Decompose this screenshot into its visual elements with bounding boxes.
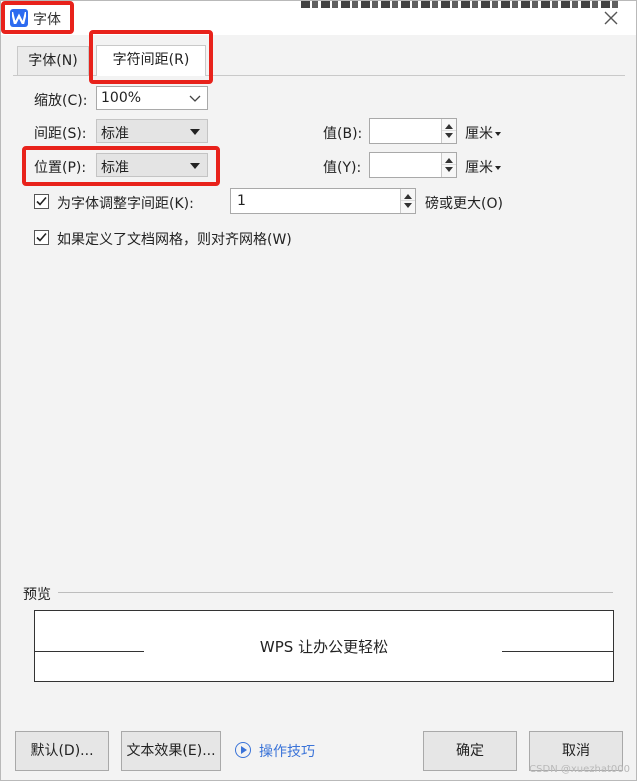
stepper-divider: [401, 200, 415, 201]
increment-arrow-icon[interactable]: [445, 158, 453, 163]
preview-divider: [58, 592, 613, 593]
grid-checkbox[interactable]: [34, 230, 49, 245]
spacing-unit-label: 厘米: [465, 126, 493, 142]
text-effects-button[interactable]: 文本效果(E)...: [121, 731, 221, 771]
preview-text: WPS 让办公更轻松: [259, 638, 389, 656]
annotation-title-highlight: [1, 1, 74, 34]
decrement-arrow-icon[interactable]: [445, 133, 453, 138]
font-dialog: 字体 字体(N) 字符间距(R) 缩放(C): 100% 间距(S): 标准 值…: [0, 0, 637, 781]
spacing-select[interactable]: 标准: [96, 119, 208, 143]
stepper-divider: [442, 130, 456, 131]
annotation-position-highlight: [22, 146, 220, 186]
close-icon: [604, 11, 618, 25]
checkmark-icon: [36, 232, 47, 242]
scale-value: 100%: [101, 90, 142, 106]
close-button[interactable]: [600, 7, 622, 29]
default-button[interactable]: 默认(D)...: [15, 731, 109, 771]
position-unit-label: 厘米: [465, 160, 493, 176]
position-unit-select[interactable]: 厘米: [465, 157, 501, 177]
unit-dropdown-icon: [495, 132, 501, 136]
play-circle-icon[interactable]: [235, 742, 251, 758]
spacing-label: 间距(S):: [34, 126, 87, 142]
spacing-value: 标准: [101, 126, 129, 142]
unit-dropdown-icon: [495, 166, 501, 170]
grid-label[interactable]: 如果定义了文档网格，则对齐网格(W): [57, 229, 292, 249]
scale-select[interactable]: 100%: [96, 86, 208, 110]
kerning-label[interactable]: 为字体调整字间距(K):: [57, 193, 194, 213]
position-by-label: 值(Y):: [323, 160, 362, 176]
tips-link[interactable]: 操作技巧: [259, 741, 315, 761]
kerning-checkbox[interactable]: [34, 194, 49, 209]
chevron-down-icon: [189, 95, 201, 102]
watermark: CSDN @xuezhat000: [529, 764, 630, 775]
spacing-by-label: 值(B):: [323, 126, 363, 142]
tab-font[interactable]: 字体(N): [17, 46, 89, 75]
preview-label: 预览: [23, 587, 51, 603]
position-by-input[interactable]: [369, 152, 457, 178]
position-by-stepper[interactable]: [441, 153, 456, 177]
kerning-stepper[interactable]: [400, 189, 415, 213]
annotation-tab-highlight: [89, 30, 213, 84]
increment-arrow-icon[interactable]: [445, 124, 453, 129]
preview-box: WPS 让办公更轻松: [34, 610, 614, 682]
background-window-strip: [301, 1, 621, 8]
ok-button[interactable]: 确定: [423, 731, 517, 771]
kerning-suffix-label: 磅或更大(O): [425, 196, 503, 212]
dropdown-arrow-icon: [190, 129, 200, 135]
decrement-arrow-icon[interactable]: [445, 167, 453, 172]
spacing-unit-select[interactable]: 厘米: [465, 123, 501, 143]
spacing-by-input[interactable]: [369, 118, 457, 144]
scale-label: 缩放(C):: [34, 93, 88, 109]
increment-arrow-icon[interactable]: [404, 194, 412, 199]
kerning-value: 1: [237, 193, 246, 209]
kerning-input[interactable]: 1: [230, 188, 416, 214]
checkmark-icon: [36, 196, 47, 206]
stepper-divider: [442, 164, 456, 165]
decrement-arrow-icon[interactable]: [404, 203, 412, 208]
spacing-by-stepper[interactable]: [441, 119, 456, 143]
